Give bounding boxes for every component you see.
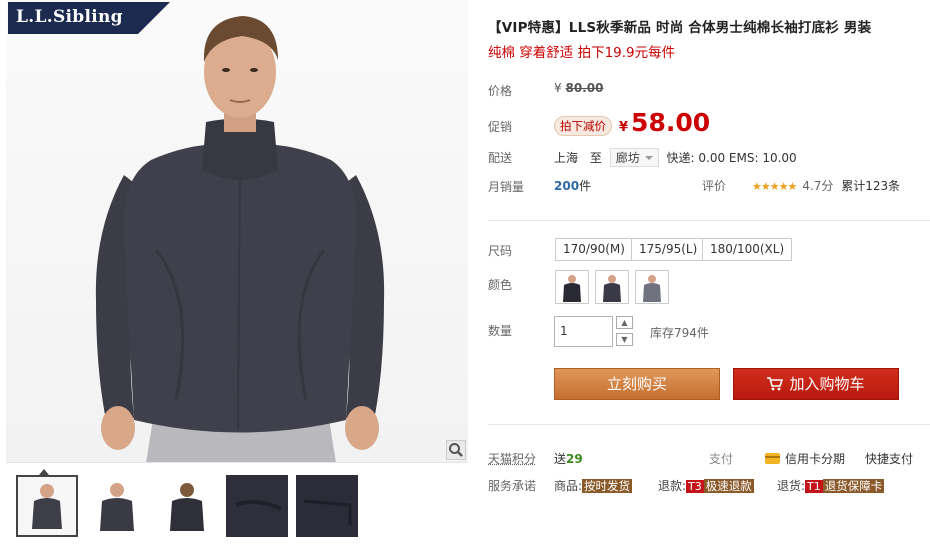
service-fast-refund[interactable]: 退款: T3 极速退款: [658, 477, 754, 494]
service-2-code: T3: [686, 480, 704, 493]
credit-card-icon: [765, 453, 780, 464]
main-product-image[interactable]: L.L.Sibling: [6, 0, 468, 463]
rating-score: 4.7分: [802, 179, 834, 193]
thumbnail-3[interactable]: [156, 475, 218, 537]
product-info-panel: 【VIP特惠】LLS秋季新品 时尚 合体男士纯棉长袖打底衫 男装 纯棉 穿着舒适…: [488, 0, 930, 544]
model-photo: [95, 16, 385, 462]
buy-now-button[interactable]: 立刻购买: [554, 368, 720, 400]
quantity-decrease-button[interactable]: ▼: [616, 333, 633, 346]
brand-logo: L.L.Sibling: [8, 2, 170, 34]
credit-installment-label: 信用卡分期: [785, 452, 846, 466]
service-ship-on-time[interactable]: 商品: 按时发货: [554, 477, 633, 494]
promo-price-value: 58.00: [631, 108, 711, 137]
ship-to-word: 至: [589, 151, 602, 165]
points-value: 29: [566, 452, 583, 466]
monthly-sales-unit: 件: [579, 179, 592, 193]
promo-price: ¥58.00: [619, 108, 710, 137]
rating[interactable]: 评价 ★★★★★ 4.7分 累计123条: [702, 177, 900, 194]
quantity-input[interactable]: 1: [554, 316, 613, 347]
service-3-code: T1: [805, 480, 823, 493]
rating-stars: ★★★★★: [752, 180, 797, 193]
thumbnail-5[interactable]: [296, 475, 358, 537]
rating-label: 评价: [702, 179, 727, 193]
thumbnail-4[interactable]: [226, 475, 288, 537]
zoom-icon[interactable]: [446, 440, 466, 460]
tmall-points-label[interactable]: 天猫积分: [488, 450, 536, 467]
credit-installment[interactable]: 信用卡分期: [765, 450, 845, 467]
ship-from: 上海: [554, 151, 579, 165]
review-count[interactable]: 累计123条: [841, 179, 900, 193]
destination-value: 廊坊: [615, 151, 640, 165]
product-gallery: L.L.Sibling: [6, 0, 468, 544]
chevron-down-icon: [644, 156, 653, 160]
destination-select[interactable]: 廊坊: [609, 148, 659, 167]
cart-icon: [767, 371, 784, 401]
service-2-tag: 极速退款: [703, 479, 754, 493]
brand-logo-text: L.L.Sibling: [16, 7, 123, 27]
promo-tag: 拍下减价: [554, 116, 612, 136]
stock-info: 库存794件: [650, 326, 709, 340]
product-title: 【VIP特惠】LLS秋季新品 时尚 合体男士纯棉长袖打底衫 男装: [488, 20, 872, 36]
tmall-points: 送29: [554, 450, 583, 467]
service-2-prefix: 退款:: [658, 479, 687, 493]
service-1-tag: 按时发货: [582, 479, 633, 493]
promo-currency: ¥: [619, 120, 629, 135]
size-option-m[interactable]: 170/90(M): [555, 238, 633, 261]
size-option-l[interactable]: 175/95(L): [631, 238, 706, 261]
add-to-cart-button[interactable]: 加入购物车: [733, 368, 899, 400]
color-swatch-2[interactable]: [595, 270, 629, 304]
service-3-tag: 退货保障卡: [822, 479, 885, 493]
points-prefix: 送: [554, 452, 567, 466]
promo-label: 促销: [488, 120, 513, 134]
quantity-increase-button[interactable]: ▲: [616, 316, 633, 329]
original-price: ¥ 80.00: [554, 81, 603, 95]
divider: [488, 220, 930, 221]
color-swatch-1[interactable]: [555, 270, 589, 304]
quick-pay[interactable]: 快捷支付: [865, 450, 913, 467]
divider: [488, 424, 930, 425]
payment-label: 支付: [709, 452, 734, 466]
shipping-info: 上海 至 廊坊 快递: 0.00 EMS: 10.00: [554, 148, 797, 167]
size-label: 尺码: [488, 244, 513, 258]
color-label: 颜色: [488, 278, 513, 292]
product-subtitle: 纯棉 穿着舒适 拍下19.9元每件: [488, 45, 676, 61]
size-option-xl[interactable]: 180/100(XL): [702, 238, 793, 261]
original-price-value: 80.00: [565, 81, 604, 95]
color-swatch-3[interactable]: [635, 270, 669, 304]
shipping-fees: 快递: 0.00 EMS: 10.00: [666, 151, 797, 165]
currency-symbol: ¥: [554, 81, 562, 95]
monthly-sales-count: 200: [554, 179, 580, 193]
service-1-prefix: 商品:: [554, 479, 583, 493]
quantity-label: 数量: [488, 324, 513, 338]
thumbnail-strip: [6, 469, 468, 540]
add-to-cart-label: 加入购物车: [789, 375, 865, 393]
service-promise-label: 服务承诺: [488, 479, 537, 493]
shipping-label: 配送: [488, 151, 513, 165]
service-return-guarantee[interactable]: 退货: T1 退货保障卡: [777, 477, 885, 494]
price-label: 价格: [488, 84, 513, 98]
monthly-sales-label: 月销量: [488, 180, 525, 194]
monthly-sales: 200件: [554, 177, 591, 194]
thumbnail-1[interactable]: [16, 475, 78, 537]
thumbnail-2[interactable]: [86, 475, 148, 537]
service-3-prefix: 退货:: [777, 479, 806, 493]
